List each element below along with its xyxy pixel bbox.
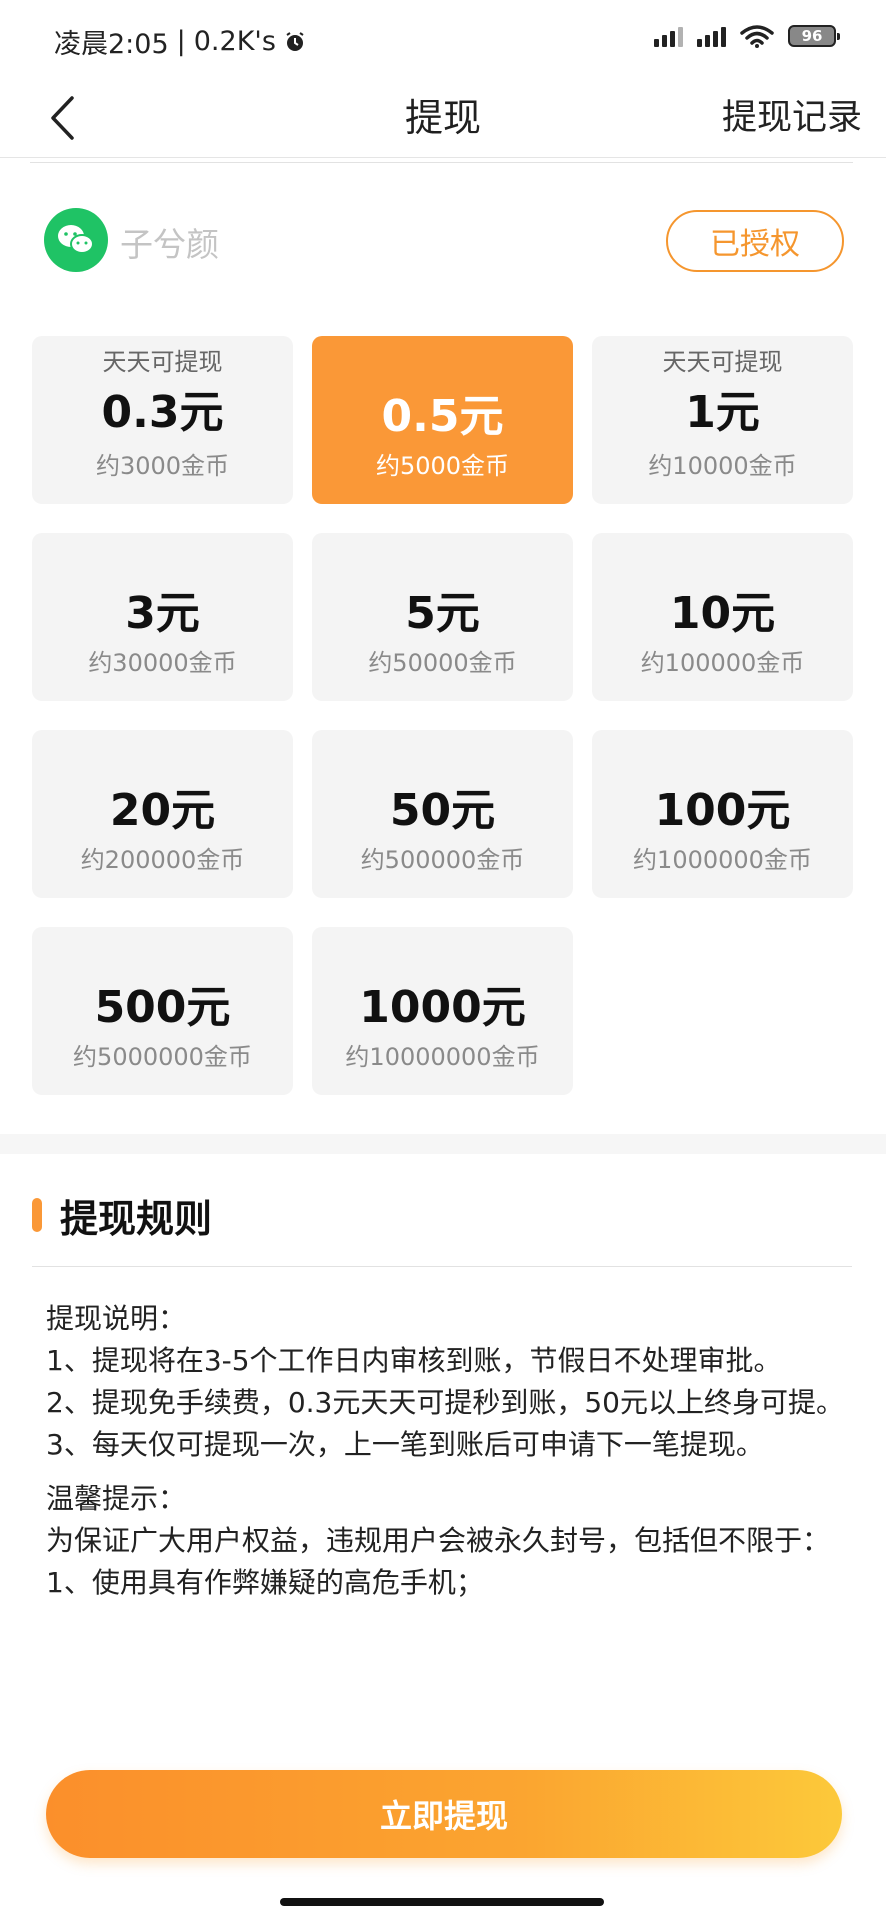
amount-value: 1元 — [685, 387, 760, 438]
amount-tag: 天天可提现 — [102, 348, 223, 376]
signal-icon-2 — [697, 25, 726, 47]
amount-coins: 约500000金币 — [360, 846, 525, 874]
amount-coins: 约50000金币 — [368, 649, 517, 677]
battery-level: 96 — [801, 27, 823, 45]
amount-option-10[interactable]: 1000元 约10000000金币 — [312, 927, 573, 1095]
amount-coins: 约200000金币 — [80, 846, 245, 874]
amount-value: 500元 — [94, 982, 231, 1033]
amount-option-5[interactable]: 10元 约100000金币 — [592, 533, 853, 701]
rules-item: 1、提现将在3-5个工作日内审核到账，节假日不处理审批。 — [46, 1344, 782, 1377]
status-network-speed: 0.2K's — [193, 26, 276, 57]
nav-header: 提现 提现记录 — [0, 78, 886, 158]
amount-coins: 约5000000金币 — [73, 1043, 252, 1071]
amount-value: 0.3元 — [101, 387, 224, 438]
alarm-icon — [286, 31, 304, 51]
authorized-button[interactable]: 已授权 — [666, 210, 844, 272]
withdraw-records-link[interactable]: 提现记录 — [722, 78, 862, 158]
rules-item: 2、提现免手续费，0.3元天天可提秒到账，50元以上终身可提。 — [46, 1386, 844, 1419]
amount-option-4[interactable]: 5元 约50000金币 — [312, 533, 573, 701]
divider — [32, 1266, 852, 1267]
rules-header: 提现规则 — [32, 1190, 213, 1241]
wifi-icon — [740, 25, 774, 48]
withdraw-now-button[interactable]: 立即提现 — [46, 1770, 842, 1858]
amount-coins: 约5000金币 — [375, 452, 510, 480]
amount-option-7[interactable]: 50元 约500000金币 — [312, 730, 573, 898]
tips-intro: 为保证广大用户权益，违规用户会被永久封号，包括但不限于： — [46, 1524, 831, 1557]
amount-option-6[interactable]: 20元 约200000金币 — [32, 730, 293, 898]
amount-option-0[interactable]: 天天可提现 0.3元 约3000金币 — [32, 336, 293, 504]
amount-option-1[interactable]: 0.5元 约5000金币 — [312, 336, 573, 504]
status-left: 凌晨2:05 | 0.2K's — [54, 22, 306, 61]
amount-value: 1000元 — [359, 982, 526, 1033]
amount-coins: 约30000金币 — [88, 649, 237, 677]
status-bar: 凌晨2:05 | 0.2K's 96 — [0, 0, 886, 78]
amount-coins: 约10000000金币 — [345, 1043, 540, 1071]
rules-item: 3、每天仅可提现一次，上一笔到账后可申请下一笔提现。 — [46, 1428, 764, 1461]
rules-accent-bar — [32, 1198, 42, 1232]
amount-value: 50元 — [389, 785, 496, 836]
wechat-icon — [44, 208, 108, 272]
amount-value: 100元 — [654, 785, 791, 836]
amount-value: 0.5元 — [381, 391, 504, 442]
amount-value: 5元 — [405, 588, 480, 639]
rules-title: 提现规则 — [60, 1196, 213, 1241]
status-right: 96 — [654, 24, 840, 48]
divider — [30, 162, 853, 163]
amount-value: 3元 — [125, 588, 200, 639]
status-separator: | — [176, 26, 186, 57]
rules-section-title: 提现说明： — [46, 1302, 187, 1335]
amount-option-9[interactable]: 500元 约5000000金币 — [32, 927, 293, 1095]
home-indicator — [280, 1898, 604, 1906]
account-name: 子兮颜 — [120, 225, 219, 264]
signal-icon-1 — [654, 25, 683, 47]
rules-body: 提现说明： 1、提现将在3-5个工作日内审核到账，节假日不处理审批。 2、提现免… — [46, 1298, 846, 1604]
battery-icon: 96 — [788, 25, 840, 47]
withdraw-page: 凌晨2:05 | 0.2K's 96 提现 提现记录 子兮颜 已授权 天天可提现… — [0, 0, 886, 1920]
amount-option-2[interactable]: 天天可提现 1元 约10000金币 — [592, 336, 853, 504]
amount-tag: 天天可提现 — [662, 348, 783, 376]
amount-coins: 约1000000金币 — [633, 846, 812, 874]
section-separator — [0, 1134, 886, 1154]
status-time: 凌晨2:05 — [54, 29, 169, 60]
amount-option-3[interactable]: 3元 约30000金币 — [32, 533, 293, 701]
amount-value: 20元 — [109, 785, 216, 836]
amount-option-8[interactable]: 100元 约1000000金币 — [592, 730, 853, 898]
tips-item: 1、使用具有作弊嫌疑的高危手机； — [46, 1566, 484, 1599]
amount-coins: 约100000金币 — [640, 649, 805, 677]
amount-coins: 约10000金币 — [648, 452, 797, 480]
account-row: 子兮颜 已授权 — [44, 208, 844, 274]
tips-section-title: 温馨提示： — [46, 1482, 187, 1515]
amount-coins: 约3000金币 — [95, 452, 230, 480]
amount-value: 10元 — [669, 588, 776, 639]
